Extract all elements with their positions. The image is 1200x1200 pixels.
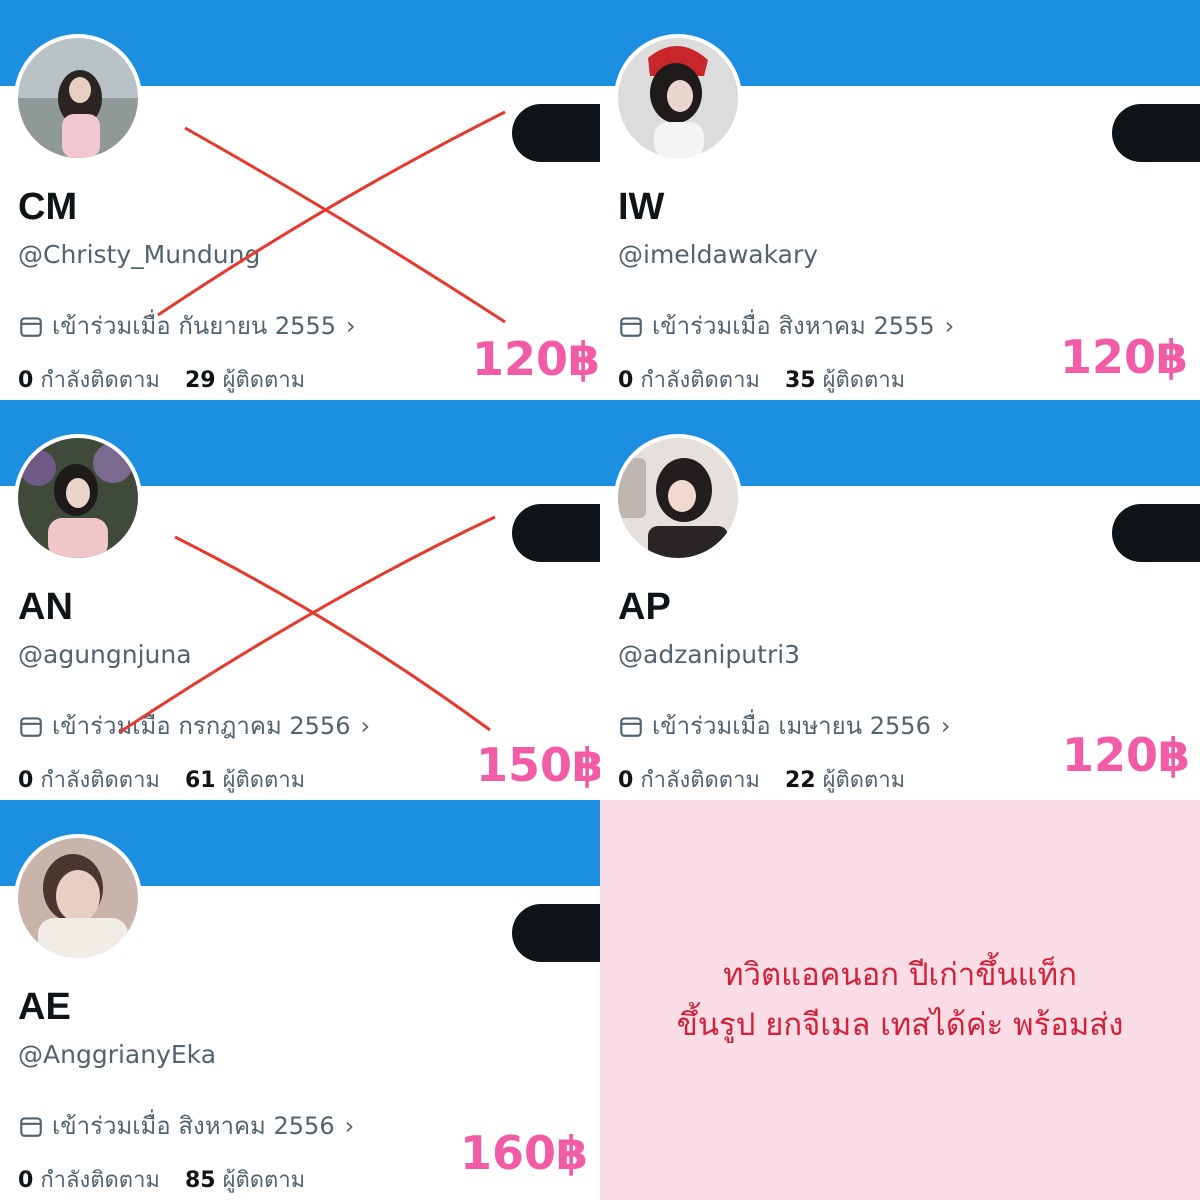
follow-stats: 0 กำลังติดตาม 35 ผู้ติดตาม (618, 362, 905, 397)
following-label[interactable]: กำลังติดตาม (640, 768, 760, 793)
price-tag: 150฿ (476, 738, 600, 792)
avatar[interactable] (14, 834, 142, 962)
display-name: AN (18, 586, 73, 628)
following-label[interactable]: กำลังติดตาม (40, 368, 160, 393)
calendar-icon (20, 1116, 42, 1137)
chevron-right-icon[interactable]: › (346, 312, 356, 340)
followers-count[interactable]: 35 (785, 368, 816, 393)
profile-card-an: AN @agungnjuna เข้าร่วมเมื่อ กรกฎาคม 255… (0, 400, 600, 800)
profile-card-cm: CM @Christy_Mundung เข้าร่วมเมื่อ กันยาย… (0, 0, 600, 400)
following-count[interactable]: 0 (618, 368, 633, 393)
followers-count[interactable]: 22 (785, 768, 816, 793)
joined-text: เข้าร่วมเมื่อ สิงหาคม 2555 (652, 312, 935, 340)
joined-text: เข้าร่วมเมื่อ กรกฎาคม 2556 (52, 712, 351, 740)
following-count[interactable]: 0 (18, 368, 33, 393)
avatar[interactable] (614, 34, 742, 162)
joined-text: เข้าร่วมเมื่อ เมษายน 2556 (652, 712, 931, 740)
follow-stats: 0 กำลังติดตาม 22 ผู้ติดตาม (618, 762, 905, 797)
promo-line-1: ทวิตแอคนอก ปีเก่าขึ้นแท็ก (723, 957, 1077, 993)
chevron-right-icon[interactable]: › (360, 712, 370, 740)
followers-label[interactable]: ผู้ติดตาม (823, 768, 906, 793)
followers-count[interactable]: 85 (185, 1168, 216, 1193)
follow-stats: 0 กำลังติดตาม 61 ผู้ติดตาม (18, 762, 305, 797)
followers-count[interactable]: 29 (185, 368, 216, 393)
chevron-right-icon[interactable]: › (345, 1112, 355, 1140)
followers-count[interactable]: 61 (185, 768, 216, 793)
avatar[interactable] (14, 434, 142, 562)
profile-card-iw: IW @imeldawakary เข้าร่วมเมื่อ สิงหาคม 2… (600, 0, 1200, 400)
price-tag: 160฿ (460, 1126, 589, 1180)
joined-date: เข้าร่วมเมื่อ สิงหาคม 2556 › (18, 1106, 354, 1145)
follow-button[interactable] (1112, 504, 1200, 562)
followers-label[interactable]: ผู้ติดตาม (223, 768, 306, 793)
calendar-icon (20, 716, 42, 737)
display-name: IW (618, 186, 665, 228)
promo-line-2: ขึ้นรูป ยกจีเมล เทสได้ค่ะ พร้อมส่ง (676, 1007, 1124, 1043)
chevron-right-icon[interactable]: › (941, 712, 951, 740)
price-tag: 120฿ (1060, 330, 1189, 384)
display-name: CM (18, 186, 78, 228)
follow-button[interactable] (512, 904, 600, 962)
price-tag: 120฿ (1062, 728, 1191, 782)
following-count[interactable]: 0 (18, 1168, 33, 1193)
profile-card-ae: AE @AnggrianyEka เข้าร่วมเมื่อ สิงหาคม 2… (0, 800, 600, 1200)
display-name: AE (18, 986, 71, 1028)
follow-stats: 0 กำลังติดตาม 85 ผู้ติดตาม (18, 1162, 305, 1197)
username: @adzaniputri3 (618, 640, 801, 669)
follow-button[interactable] (512, 104, 600, 162)
follow-button[interactable] (1112, 104, 1200, 162)
following-count[interactable]: 0 (18, 768, 33, 793)
joined-date: เข้าร่วมเมื่อ กรกฎาคม 2556 › (18, 706, 370, 745)
follow-stats: 0 กำลังติดตาม 29 ผู้ติดตาม (18, 362, 305, 397)
joined-text: เข้าร่วมเมื่อ กันยายน 2555 (52, 312, 336, 340)
chevron-right-icon[interactable]: › (945, 312, 955, 340)
following-count[interactable]: 0 (618, 768, 633, 793)
username: @imeldawakary (618, 240, 819, 269)
calendar-icon (620, 316, 642, 337)
joined-text: เข้าร่วมเมื่อ สิงหาคม 2556 (52, 1112, 335, 1140)
avatar[interactable] (614, 434, 742, 562)
followers-label[interactable]: ผู้ติดตาม (223, 368, 306, 393)
profile-card-ap: AP @adzaniputri3 เข้าร่วมเมื่อ เมษายน 25… (600, 400, 1200, 800)
calendar-icon (20, 316, 42, 337)
follow-button[interactable] (512, 504, 600, 562)
following-label[interactable]: กำลังติดตาม (40, 1168, 160, 1193)
joined-date: เข้าร่วมเมื่อ เมษายน 2556 › (618, 706, 950, 745)
joined-date: เข้าร่วมเมื่อ กันยายน 2555 › (18, 306, 356, 345)
calendar-icon (620, 716, 642, 737)
promo-panel: ทวิตแอคนอก ปีเก่าขึ้นแท็ก ขึ้นรูป ยกจีเม… (600, 800, 1200, 1200)
price-tag: 120฿ (472, 332, 600, 386)
joined-date: เข้าร่วมเมื่อ สิงหาคม 2555 › (618, 306, 954, 345)
username: @AnggrianyEka (18, 1040, 217, 1069)
display-name: AP (618, 586, 671, 628)
following-label[interactable]: กำลังติดตาม (40, 768, 160, 793)
followers-label[interactable]: ผู้ติดตาม (823, 368, 906, 393)
avatar[interactable] (14, 34, 142, 162)
following-label[interactable]: กำลังติดตาม (640, 368, 760, 393)
followers-label[interactable]: ผู้ติดตาม (223, 1168, 306, 1193)
username: @Christy_Mundung (18, 240, 261, 269)
username: @agungnjuna (18, 640, 192, 669)
